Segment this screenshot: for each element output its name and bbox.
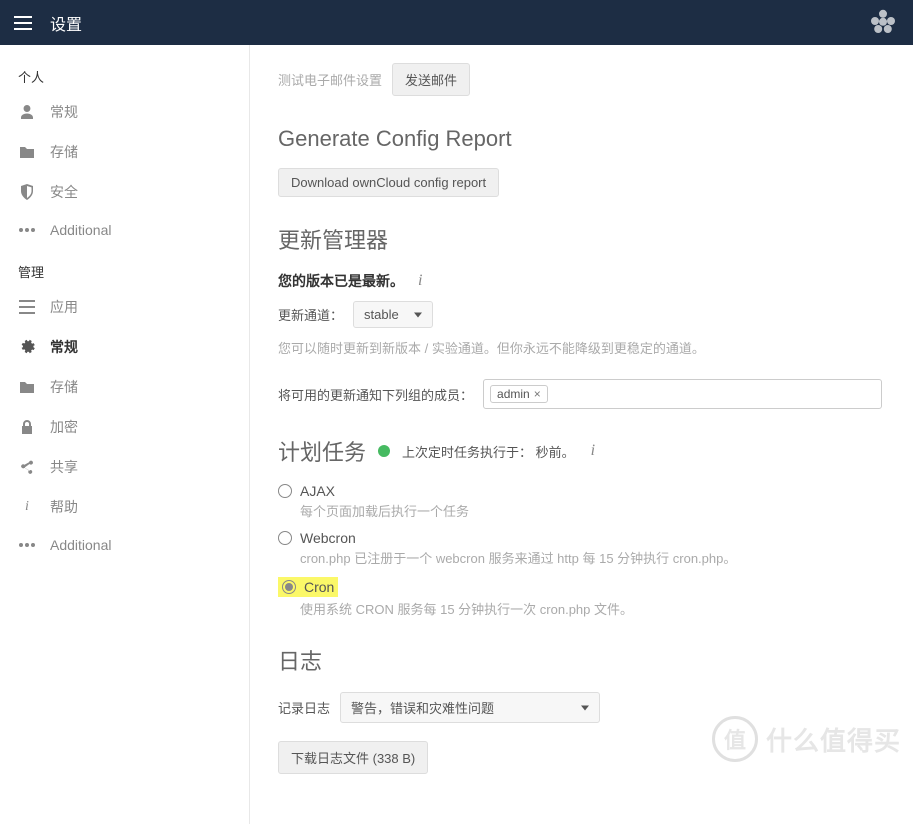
radio-label: Webcron — [300, 530, 356, 546]
sidebar-item-label: Additional — [50, 537, 112, 553]
updater-status-row: 您的版本已是最新。 i — [278, 271, 882, 291]
list-icon — [18, 300, 36, 314]
cron-cron-desc: 使用系统 CRON 服务每 15 分钟执行一次 cron.php 文件。 — [300, 599, 882, 618]
cron-title-row: 计划任务 上次定时任务执行于： 秒前。 i — [278, 435, 882, 467]
cron-ajax-desc: 每个页面加载后执行一个任务 — [300, 501, 882, 520]
sidebar-item-label: 帮助 — [50, 497, 78, 517]
dots-icon — [18, 228, 36, 232]
updater-channel-row: 更新通道： stable — [278, 301, 882, 328]
topbar: 设置 — [0, 0, 913, 45]
sidebar-item-label: Additional — [50, 222, 112, 238]
info-icon[interactable]: i — [587, 442, 599, 460]
cron-option-webcron[interactable]: Webcron — [278, 530, 882, 546]
folder-icon — [18, 145, 36, 159]
radio-label: AJAX — [300, 483, 335, 499]
shield-icon — [18, 184, 36, 200]
sidebar-item-apps[interactable]: 应用 — [0, 287, 249, 327]
user-icon — [18, 104, 36, 120]
group-tag: admin × — [490, 385, 548, 403]
download-config-button[interactable]: Download ownCloud config report — [278, 168, 499, 197]
log-level-label: 记录日志 — [278, 698, 330, 717]
cron-webcron-desc: cron.php 已注册于一个 webcron 服务来通过 http 每 15 … — [300, 548, 882, 567]
dots-icon — [18, 543, 36, 547]
sidebar-item-security[interactable]: 安全 — [0, 172, 249, 212]
radio-icon[interactable] — [282, 580, 296, 594]
updater-status: 您的版本已是最新。 — [278, 271, 404, 291]
sidebar-item-encryption[interactable]: 加密 — [0, 407, 249, 447]
updater-hint: 您可以随时更新到新版本 / 实验通道。但你永远不能降级到更稳定的通道。 — [278, 338, 882, 357]
notify-group-input[interactable]: admin × — [483, 379, 882, 409]
sidebar-item-general-personal[interactable]: 常规 — [0, 92, 249, 132]
owncloud-logo-icon — [867, 5, 899, 40]
sidebar-section-personal: 个人 — [0, 53, 249, 92]
log-level-row: 记录日志 警告，错误和灾难性问题 — [278, 692, 882, 723]
updater-title: 更新管理器 — [278, 223, 882, 255]
main-content: 测试电子邮件设置 发送邮件 Generate Config Report Dow… — [250, 45, 910, 824]
sidebar-item-label: 常规 — [50, 337, 78, 357]
sidebar-item-label: 常规 — [50, 102, 78, 122]
sidebar: 个人 常规 存储 安全 Additional 管理 应用 常规 存储 — [0, 45, 250, 824]
lock-icon — [18, 419, 36, 435]
email-test-label: 测试电子邮件设置 — [278, 70, 382, 89]
sidebar-item-label: 安全 — [50, 182, 78, 202]
sidebar-item-help[interactable]: i 帮助 — [0, 487, 249, 527]
log-level-select[interactable]: 警告，错误和灾难性问题 — [340, 692, 600, 723]
gear-icon — [18, 339, 36, 355]
radio-label: Cron — [304, 579, 334, 595]
channel-select[interactable]: stable — [353, 301, 433, 328]
sidebar-item-storage-admin[interactable]: 存储 — [0, 367, 249, 407]
download-log-button[interactable]: 下载日志文件 (338 B) — [278, 741, 428, 774]
radio-icon[interactable] — [278, 484, 292, 498]
sidebar-item-additional-personal[interactable]: Additional — [0, 212, 249, 248]
info-icon: i — [18, 499, 36, 515]
sidebar-item-label: 存储 — [50, 377, 78, 397]
channel-label: 更新通道： — [278, 305, 343, 324]
cron-title: 计划任务 — [278, 435, 366, 467]
sidebar-section-admin: 管理 — [0, 248, 249, 287]
layout: 个人 常规 存储 安全 Additional 管理 应用 常规 存储 — [0, 45, 913, 824]
notify-row: 将可用的更新通知下列组的成员： admin × — [278, 379, 882, 409]
remove-tag-icon[interactable]: × — [534, 387, 541, 401]
send-email-button[interactable]: 发送邮件 — [392, 63, 470, 96]
log-download-row: 下载日志文件 (338 B) — [278, 741, 882, 774]
sidebar-item-storage-personal[interactable]: 存储 — [0, 132, 249, 172]
cron-option-ajax[interactable]: AJAX — [278, 483, 882, 499]
menu-icon[interactable] — [14, 16, 32, 30]
page-title: 设置 — [50, 11, 82, 35]
cron-lastrun: 上次定时任务执行于： 秒前。 — [402, 442, 575, 461]
share-icon — [18, 459, 36, 475]
sidebar-item-label: 共享 — [50, 457, 78, 477]
topbar-left: 设置 — [14, 11, 82, 35]
config-report-title: Generate Config Report — [278, 126, 882, 152]
radio-icon[interactable] — [278, 531, 292, 545]
cron-option-cron[interactable]: Cron — [278, 577, 882, 597]
sidebar-item-sharing[interactable]: 共享 — [0, 447, 249, 487]
sidebar-item-general-admin[interactable]: 常规 — [0, 327, 249, 367]
sidebar-item-additional-admin[interactable]: Additional — [0, 527, 249, 563]
sidebar-item-label: 存储 — [50, 142, 78, 162]
status-dot-icon — [378, 445, 390, 457]
folder-icon — [18, 380, 36, 394]
sidebar-item-label: 加密 — [50, 417, 78, 437]
info-icon[interactable]: i — [414, 272, 426, 290]
sidebar-item-label: 应用 — [50, 297, 78, 317]
notify-label: 将可用的更新通知下列组的成员： — [278, 385, 473, 404]
email-test-row: 测试电子邮件设置 发送邮件 — [278, 63, 882, 96]
log-title: 日志 — [278, 644, 882, 676]
